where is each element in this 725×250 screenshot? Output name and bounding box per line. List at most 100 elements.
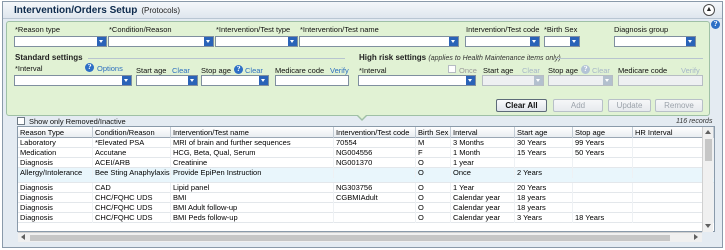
intervention-type-select[interactable] — [215, 36, 298, 47]
reason-type-select[interactable] — [14, 36, 107, 47]
diagnosis-group-label: Diagnosis group — [614, 25, 669, 34]
table-cell: CHC/FQHC UDS — [93, 193, 171, 203]
chevron-down-icon[interactable] — [288, 37, 297, 46]
high-risk-settings-title: High risk settings (applies to Health Ma… — [359, 53, 561, 62]
collapse-icon[interactable]: ▲ — [703, 4, 715, 16]
info-icon[interactable]: ? — [85, 63, 94, 72]
condition-reason-select[interactable] — [108, 36, 214, 47]
table-cell: O — [416, 183, 451, 193]
options-link[interactable]: Options — [97, 64, 123, 73]
column-header[interactable]: Start age — [515, 127, 573, 138]
hr-start-age-label: Start age — [483, 66, 514, 75]
show-removed-label: Show only Removed/Inactive — [29, 117, 126, 126]
table-cell: 1 Month — [451, 148, 515, 158]
hr-stop-age-label: Stop age — [548, 66, 579, 75]
hr-start-clear-link[interactable]: Clear — [522, 66, 540, 75]
table-row[interactable]: Diagnosis ACEI/ARB Creatinine NG001370 O… — [18, 158, 714, 168]
table-cell — [573, 193, 633, 203]
birth-sex-select[interactable] — [544, 36, 580, 47]
vertical-scrollbar[interactable] — [702, 127, 713, 232]
std-medicare-code-input[interactable] — [275, 75, 349, 86]
column-header[interactable]: Intervention/Test name — [171, 127, 334, 138]
show-removed-checkbox[interactable] — [17, 117, 25, 125]
table-cell: F — [416, 148, 451, 158]
table-cell: *Elevated PSA — [93, 138, 171, 148]
table-cell: 99 Years — [573, 138, 633, 148]
condition-reason-label: *Condition/Reason — [109, 25, 172, 34]
section-divider — [556, 58, 703, 59]
std-verify-link[interactable]: Verify — [330, 66, 349, 75]
table-cell: Diagnosis — [18, 213, 93, 223]
table-row[interactable]: Diagnosis CHC/FQHC UDS BMI Peds follow-u… — [18, 213, 714, 223]
table-cell: Diagnosis — [18, 158, 93, 168]
scroll-thumb[interactable] — [30, 235, 670, 241]
remove-button[interactable]: Remove — [655, 99, 703, 112]
table-row[interactable]: Diagnosis CAD Lipid panel NG303756 O 1 Y… — [18, 183, 714, 193]
table-row[interactable]: Allergy/Intolerance Bee Sting Anaphylaxi… — [18, 168, 714, 183]
std-stop-clear-link[interactable]: Clear — [245, 66, 263, 75]
chevron-down-icon[interactable] — [603, 76, 612, 85]
scroll-thumb[interactable] — [705, 139, 712, 161]
clear-all-button[interactable]: Clear All — [496, 99, 547, 112]
column-header[interactable]: Interval — [451, 127, 515, 138]
column-header[interactable]: Intervention/Test code — [334, 127, 416, 138]
table-cell: CHC/FQHC UDS — [93, 203, 171, 213]
std-start-age-select[interactable] — [136, 75, 198, 86]
chevron-down-icon[interactable] — [466, 76, 475, 85]
chevron-down-icon[interactable] — [97, 37, 106, 46]
update-button[interactable]: Update — [608, 99, 651, 112]
once-checkbox[interactable] — [448, 65, 456, 73]
scroll-down-icon[interactable] — [705, 224, 711, 228]
std-interval-select[interactable] — [14, 75, 132, 86]
chevron-down-icon[interactable] — [686, 37, 695, 46]
section-divider — [88, 58, 345, 59]
protocols-table: Reason Type Condition/Reason Interventio… — [17, 126, 715, 232]
intervention-name-select[interactable] — [299, 36, 459, 47]
add-button[interactable]: Add — [553, 99, 603, 112]
hr-start-age-select[interactable] — [482, 75, 544, 86]
info-icon[interactable]: ? — [234, 65, 243, 74]
chevron-down-icon[interactable] — [534, 76, 543, 85]
standard-settings-title: Standard settings — [15, 53, 83, 62]
table-row[interactable]: Diagnosis CHC/FQHC UDS BMI CGBMIAdult O … — [18, 193, 714, 203]
chevron-down-icon[interactable] — [570, 37, 579, 46]
chevron-down-icon[interactable] — [204, 37, 213, 46]
scroll-left-icon[interactable] — [21, 234, 25, 240]
page-title-text: Intervention/Orders Setup — [14, 5, 138, 16]
table-row[interactable]: Diagnosis CHC/FQHC UDS BMI Adult follow-… — [18, 203, 714, 213]
table-row[interactable]: Medication Accutane HCG, Beta, Qual, Ser… — [18, 148, 714, 158]
scroll-up-icon[interactable] — [705, 130, 711, 134]
table-cell: 70554 — [334, 138, 416, 148]
page-title: Intervention/Orders Setup (Protocols) — [14, 5, 180, 16]
hr-verify-link[interactable]: Verify — [681, 66, 700, 75]
chevron-down-icon[interactable] — [530, 37, 539, 46]
hr-stop-clear-link[interactable]: Clear — [592, 66, 610, 75]
column-header[interactable]: Birth Sex — [416, 127, 451, 138]
hr-stop-age-select[interactable] — [548, 75, 613, 86]
chevron-down-icon[interactable] — [259, 76, 268, 85]
chevron-down-icon[interactable] — [188, 76, 197, 85]
chevron-down-icon[interactable] — [449, 37, 458, 46]
info-icon[interactable]: ? — [581, 65, 590, 74]
horizontal-scrollbar[interactable] — [18, 232, 702, 242]
column-header[interactable]: Condition/Reason — [93, 127, 171, 138]
table-cell — [573, 183, 633, 193]
help-icon[interactable]: ? — [711, 20, 720, 29]
table-cell: Provide EpiPen Instruction — [171, 168, 334, 178]
table-row[interactable]: Laboratory *Elevated PSA MRI of brain an… — [18, 138, 714, 148]
chevron-down-icon[interactable] — [122, 76, 131, 85]
scroll-right-icon[interactable] — [694, 234, 698, 240]
column-header[interactable]: Stop age — [573, 127, 633, 138]
table-cell: O — [416, 203, 451, 213]
table-cell: Once — [451, 168, 515, 178]
diagnosis-group-select[interactable] — [614, 36, 696, 47]
table-cell: Calendar year — [451, 213, 515, 223]
std-start-clear-link[interactable]: Clear — [172, 66, 190, 75]
table-cell — [573, 168, 633, 178]
hr-interval-select[interactable] — [358, 75, 476, 86]
column-header[interactable]: Reason Type — [18, 127, 93, 138]
table-cell: Calendar year — [451, 193, 515, 203]
intervention-code-select[interactable] — [465, 36, 540, 47]
std-stop-age-select[interactable] — [201, 75, 269, 86]
hr-medicare-code-input[interactable] — [618, 75, 703, 86]
